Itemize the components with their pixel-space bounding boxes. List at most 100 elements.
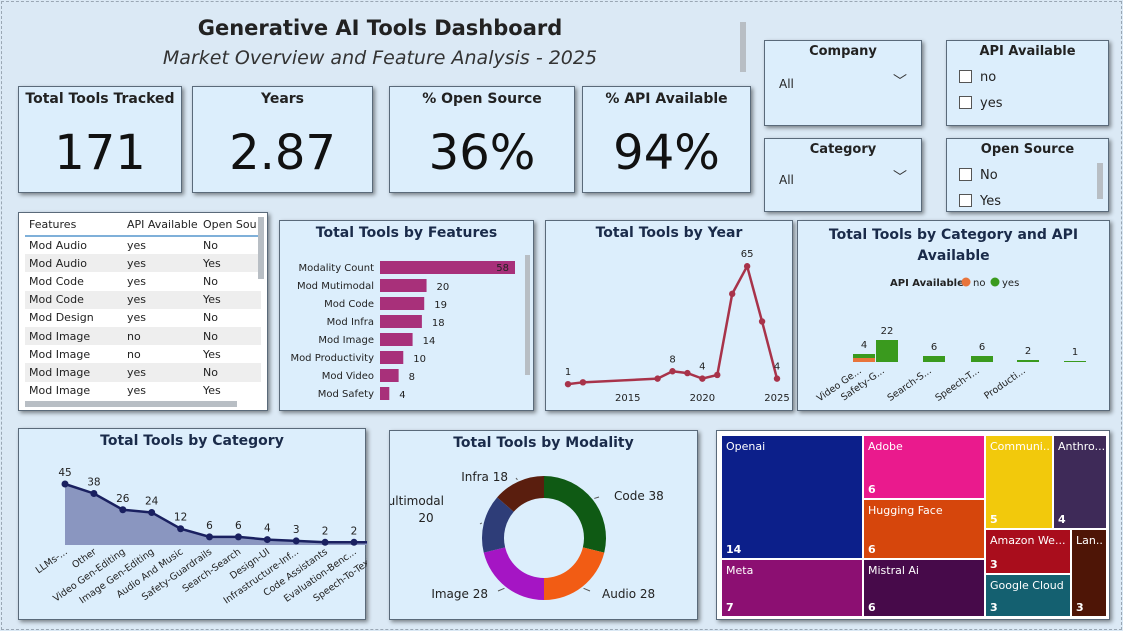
category-label: Mod Image xyxy=(318,335,374,346)
category-chart-card: Total Tools by Category 45 38 26 24 12 6 6 4 3 2 2… xyxy=(18,428,367,620)
dropdown-value: All xyxy=(779,77,794,91)
table-cell: Mod Code xyxy=(25,272,123,291)
category-label: Mod Video xyxy=(322,371,374,382)
bar xyxy=(853,358,875,362)
category-label: Speech-T... xyxy=(933,365,981,403)
table-row[interactable]: Mod Image no No xyxy=(25,326,261,346)
bar xyxy=(380,387,390,400)
year-chart-card: Total Tools by Year 1 8 4 65 4 2015 2020 2025 xyxy=(545,220,793,411)
treemap-tile[interactable]: Google Cloud 3 xyxy=(985,574,1071,617)
table-cell: no xyxy=(123,345,199,364)
checkbox[interactable] xyxy=(959,194,972,207)
treemap-tile[interactable]: Openai 14 xyxy=(721,435,863,559)
category-api-bar-chart: API Available no yes4Video Ge...22Safety-G… xyxy=(815,277,1086,404)
features-bar-chart: Modality Count 58 Mod Mutimodal 20 Mod Code 1… xyxy=(290,261,515,401)
category-slicer: Category All ﹀ xyxy=(764,138,922,212)
scrollbar[interactable] xyxy=(525,255,530,375)
table-cell: No xyxy=(199,236,261,255)
table-row[interactable]: Mod Image no Yes xyxy=(25,345,261,364)
table-horizontal-scrollbar[interactable] xyxy=(25,401,237,407)
data-label: 20 xyxy=(437,282,450,293)
kpi-total-tools: Total Tools Tracked 171 xyxy=(18,86,182,193)
category-dropdown[interactable]: All ﹀ xyxy=(777,169,911,189)
slice xyxy=(483,547,544,600)
scrollbar[interactable] xyxy=(1097,163,1103,199)
company-dropdown[interactable]: All ﹀ xyxy=(777,73,911,93)
slice-label: Multimodal xyxy=(390,494,444,508)
table-cell: Mod Image xyxy=(25,363,123,382)
table-row[interactable]: Mod Audio yes Yes xyxy=(25,254,261,273)
data-label: 22 xyxy=(881,326,894,337)
data-label: 6 xyxy=(206,520,213,532)
chevron-down-icon: ﹀ xyxy=(893,170,907,186)
data-point xyxy=(654,375,661,382)
treemap-tile[interactable]: Mistral Ai 6 xyxy=(863,559,985,617)
data-point xyxy=(669,368,676,375)
treemap-tile[interactable]: Communi... 5 xyxy=(985,435,1053,529)
open-source-option-no[interactable]: No xyxy=(959,168,998,183)
tile-label: Hugging Face xyxy=(868,504,943,517)
column-header[interactable]: Open Sou xyxy=(199,213,261,237)
bar xyxy=(380,315,422,328)
table-row[interactable]: Mod Code yes Yes xyxy=(25,290,261,309)
category-api-chart-card: Total Tools by Category and API Availabl… xyxy=(797,220,1110,411)
category-label: Mod Productivity xyxy=(290,353,374,364)
column-header[interactable]: API Available xyxy=(123,213,199,237)
tile-label: Mistral Ai xyxy=(868,564,919,577)
table-vertical-scrollbar[interactable] xyxy=(258,217,264,279)
api-option-yes[interactable]: yes xyxy=(959,96,1002,111)
category-area-chart: 45382624126643222LLMs-...OtherVideo Gen-… xyxy=(34,467,367,606)
open-source-slicer: Open Source No Yes xyxy=(946,138,1109,212)
checkbox[interactable] xyxy=(959,96,972,109)
option-label: no xyxy=(980,70,997,85)
data-point xyxy=(743,263,751,270)
scrollbar[interactable] xyxy=(740,22,746,72)
data-point xyxy=(90,489,98,497)
tile-label: Anthro... xyxy=(1058,440,1104,453)
api-option-no[interactable]: no xyxy=(959,70,996,85)
kpi-api-available: % API Available 94% xyxy=(582,86,751,193)
table-header-row: Features API Available Open Sou xyxy=(25,213,261,237)
treemap-tile[interactable]: Adobe 6 xyxy=(863,435,985,499)
data-point xyxy=(292,537,300,545)
treemap-tile[interactable]: Amazon We... 3 xyxy=(985,529,1071,574)
tile-value: 5 xyxy=(990,513,998,526)
x-tick-label: 2025 xyxy=(764,393,789,404)
tile-label: Openai xyxy=(726,440,766,453)
data-point xyxy=(564,380,572,388)
data-label: 24 xyxy=(145,495,159,507)
treemap-tile[interactable]: Anthro... 4 xyxy=(1053,435,1107,529)
data-label: 2 xyxy=(351,525,358,537)
table-row[interactable]: Mod Image yes No xyxy=(25,363,261,382)
table-row[interactable]: Mod Code yes No xyxy=(25,272,261,291)
series-line xyxy=(567,262,779,386)
treemap-tile[interactable]: Hugging Face 6 xyxy=(863,499,985,559)
leader-line xyxy=(497,587,505,592)
data-point xyxy=(321,538,329,546)
data-label: 1 xyxy=(1072,347,1078,358)
checkbox[interactable] xyxy=(959,70,972,83)
column-header[interactable]: Features xyxy=(25,213,123,237)
table-row[interactable]: Mod Design yes No xyxy=(25,308,261,327)
table-row[interactable]: Mod Audio yes No xyxy=(25,236,261,255)
data-point xyxy=(684,369,691,377)
modality-donut-chart: Code 38 Audio 28 Image 28 Multimodal 20 Infra… xyxy=(390,470,664,601)
kpi-open-source: % Open Source 36% xyxy=(389,86,575,193)
slice-label: Audio 28 xyxy=(602,587,655,601)
bar xyxy=(380,261,515,274)
table-row[interactable]: Mod Image yes Yes xyxy=(25,381,261,400)
data-point xyxy=(263,536,271,544)
treemap-tile[interactable]: Lan... 3 xyxy=(1071,529,1107,617)
bar xyxy=(853,354,875,358)
kpi-value: 2.87 xyxy=(229,125,336,181)
data-point xyxy=(579,379,587,386)
data-point xyxy=(699,375,706,382)
option-label: Yes xyxy=(980,194,1001,209)
tile-label: Communi... xyxy=(990,440,1050,453)
table-cell: no xyxy=(123,326,199,346)
data-label: 18 xyxy=(432,318,445,329)
table-cell: No xyxy=(199,308,261,327)
treemap-tile[interactable]: Meta 7 xyxy=(721,559,863,617)
open-source-option-yes[interactable]: Yes xyxy=(959,194,1001,209)
checkbox[interactable] xyxy=(959,168,972,181)
